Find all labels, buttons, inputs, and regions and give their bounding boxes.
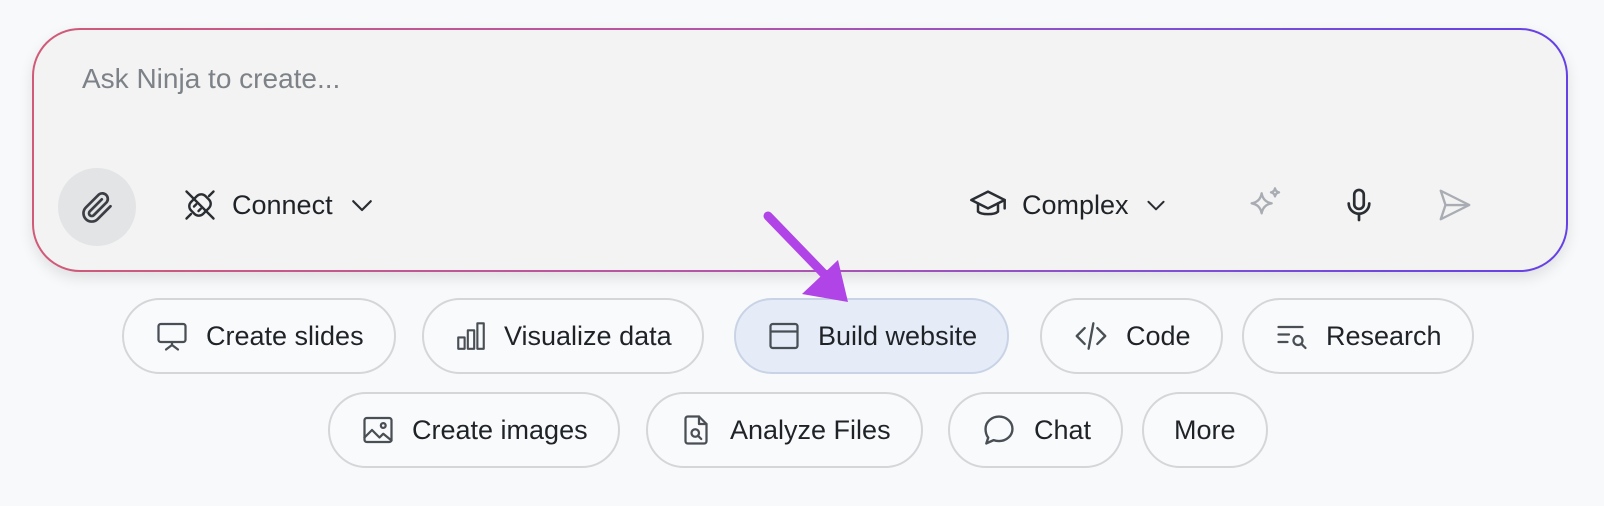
microphone-button[interactable] <box>1334 180 1384 230</box>
attach-button[interactable] <box>58 168 136 246</box>
mode-select-button[interactable]: Complex <box>968 180 1169 230</box>
chip-label: Build website <box>818 320 978 351</box>
browser-window-icon <box>769 322 799 350</box>
chevron-down-icon <box>351 200 372 212</box>
sparkle-icon <box>1250 187 1281 215</box>
mode-label: Complex <box>1022 189 1129 220</box>
connect-label: Connect <box>232 189 333 220</box>
microphone-icon <box>1347 188 1371 222</box>
chip-label: Chat <box>1034 414 1092 445</box>
chip-label: More <box>1174 414 1236 445</box>
chat-bubble-icon <box>984 415 1014 445</box>
chip-create-images[interactable]: Create images <box>328 392 620 468</box>
chip-code[interactable]: Code <box>1040 298 1223 374</box>
chip-chat[interactable]: Chat <box>948 392 1124 468</box>
chip-label: Create images <box>412 414 588 445</box>
paperclip-icon <box>82 192 112 223</box>
bar-chart-icon <box>457 322 485 350</box>
annotation-arrow <box>763 211 848 302</box>
presentation-icon <box>157 322 187 351</box>
chevron-down-icon <box>1146 200 1165 211</box>
prompt-input[interactable] <box>80 58 1484 100</box>
chip-label: Visualize data <box>504 320 672 351</box>
research-icon <box>1277 325 1307 350</box>
connect-button[interactable]: Connect <box>182 180 377 230</box>
chip-label: Code <box>1126 320 1191 351</box>
chip-label: Research <box>1326 320 1442 351</box>
chip-visualize-data[interactable]: Visualize data <box>422 298 704 374</box>
code-icon <box>1075 322 1107 350</box>
chip-create-slides[interactable]: Create slides <box>122 298 396 374</box>
chip-more[interactable]: More <box>1142 392 1268 468</box>
send-button[interactable] <box>1430 180 1480 230</box>
chip-label: Create slides <box>206 320 364 351</box>
image-icon <box>363 416 393 444</box>
chip-research[interactable]: Research <box>1242 298 1474 374</box>
sparkle-button[interactable] <box>1240 180 1290 230</box>
graduation-cap-icon <box>970 190 1006 216</box>
file-search-icon <box>684 415 708 445</box>
chip-analyze-files[interactable]: Analyze Files <box>646 392 923 468</box>
plug-off-icon <box>185 190 215 220</box>
send-icon <box>1439 189 1471 221</box>
chip-label: Analyze Files <box>730 414 891 445</box>
